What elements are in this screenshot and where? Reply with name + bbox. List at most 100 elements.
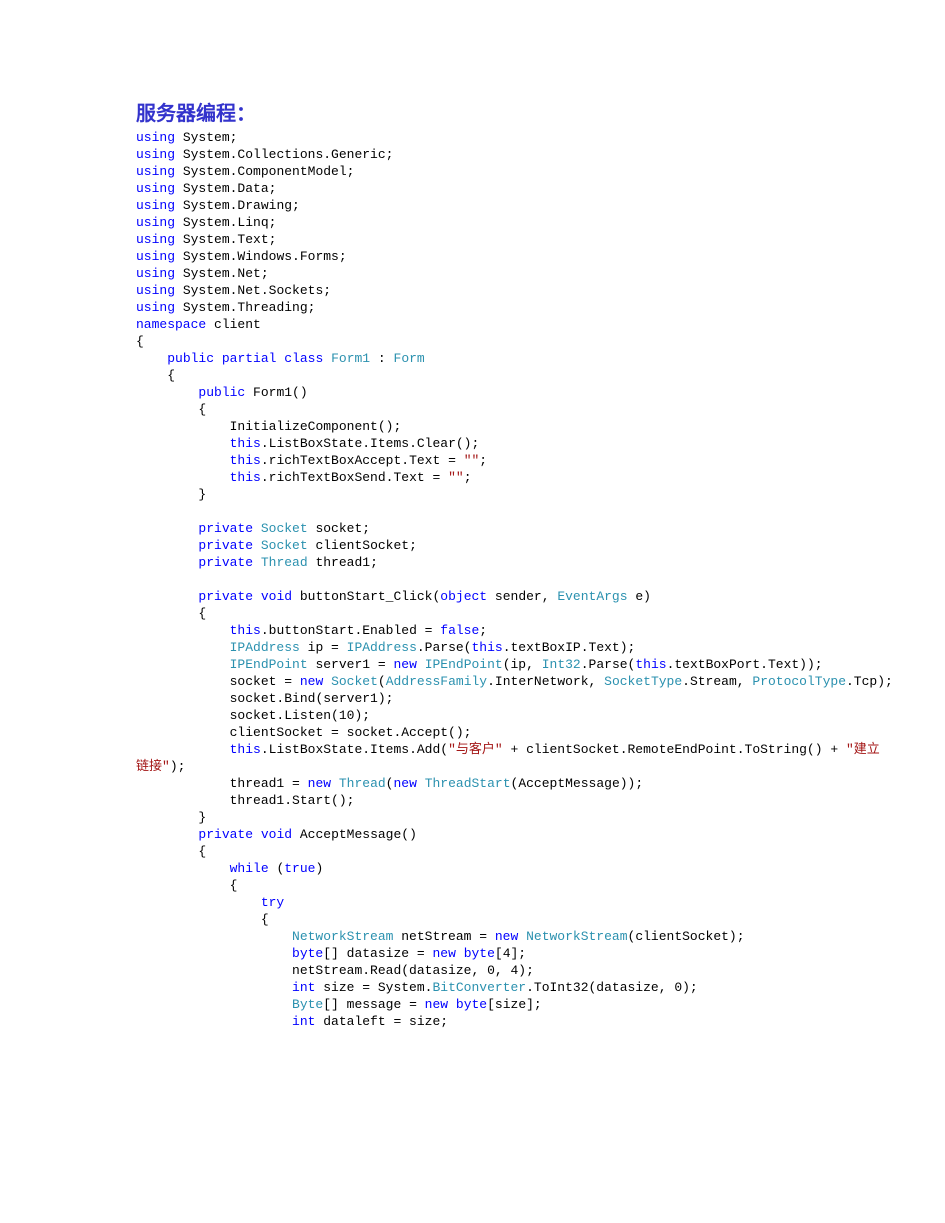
namespace: System: [183, 130, 230, 145]
field: thread1;: [308, 555, 378, 570]
keyword: class: [284, 351, 323, 366]
stmt: socket.Listen(10);: [230, 708, 370, 723]
punct: ;: [261, 266, 269, 281]
field: clientSocket;: [308, 538, 417, 553]
stmt: (ip,: [503, 657, 542, 672]
keyword: void: [261, 827, 292, 842]
keyword: while: [230, 861, 269, 876]
keyword: false: [440, 623, 479, 638]
stmt: + clientSocket.RemoteEndPoint.ToString()…: [503, 742, 846, 757]
type: Thread: [261, 555, 308, 570]
keyword: using: [136, 215, 175, 230]
sp: [417, 776, 425, 791]
stmt: size = System.: [315, 980, 432, 995]
type: Socket: [331, 674, 378, 689]
brace: {: [230, 878, 238, 893]
brace: }: [198, 810, 206, 825]
punct: ;: [292, 198, 300, 213]
sp: [448, 997, 456, 1012]
keyword: this: [230, 623, 261, 638]
type: IPAddress: [230, 640, 300, 655]
type: Socket: [261, 521, 308, 536]
brace: {: [198, 606, 206, 621]
param: sender,: [487, 589, 557, 604]
type: SocketType: [604, 674, 682, 689]
stmt: .InterNetwork,: [487, 674, 604, 689]
stmt: [4];: [495, 946, 526, 961]
keyword: private: [198, 538, 253, 553]
keyword: new: [495, 929, 518, 944]
keyword: object: [440, 589, 487, 604]
namespace: System.Drawing: [183, 198, 292, 213]
keyword: private: [198, 555, 253, 570]
stmt: thread1.Start();: [230, 793, 355, 808]
stmt: .textBoxIP.Text);: [503, 640, 636, 655]
stmt: ip =: [300, 640, 347, 655]
type: Int32: [542, 657, 581, 672]
type: Form1: [331, 351, 370, 366]
keyword: byte: [464, 946, 495, 961]
keyword: this: [230, 742, 261, 757]
keyword: new: [425, 997, 448, 1012]
sp: [417, 657, 425, 672]
keyword: using: [136, 249, 175, 264]
stmt: (clientSocket);: [628, 929, 745, 944]
punct: ;: [230, 130, 238, 145]
stmt: .Tcp);: [846, 674, 893, 689]
stmt: (: [378, 674, 386, 689]
code-block: using System; using System.Collections.G…: [136, 129, 885, 1030]
keyword: this: [635, 657, 666, 672]
stmt: .textBoxPort.Text));: [667, 657, 823, 672]
type: Thread: [339, 776, 386, 791]
string: 链接": [136, 759, 170, 774]
type: Socket: [261, 538, 308, 553]
namespace-name: client: [214, 317, 261, 332]
keyword: using: [136, 232, 175, 247]
namespace: System.ComponentModel: [183, 164, 347, 179]
stmt: [size];: [487, 997, 542, 1012]
ctor: Form1(): [253, 385, 308, 400]
stmt: .ToInt32(datasize, 0);: [526, 980, 698, 995]
keyword: using: [136, 164, 175, 179]
sp: [518, 929, 526, 944]
punct: ;: [386, 147, 394, 162]
punct: ;: [464, 470, 472, 485]
param: e): [628, 589, 651, 604]
type: Byte: [292, 997, 323, 1012]
keyword: private: [198, 521, 253, 536]
type: ThreadStart: [425, 776, 511, 791]
punct: ;: [269, 232, 277, 247]
brace: {: [167, 368, 175, 383]
type: BitConverter: [432, 980, 526, 995]
namespace: System.Collections.Generic: [183, 147, 386, 162]
stmt: (AcceptMessage));: [511, 776, 644, 791]
stmt: socket =: [230, 674, 300, 689]
punct: ;: [269, 215, 277, 230]
type: IPAddress: [347, 640, 417, 655]
stmt: .Parse(: [581, 657, 636, 672]
keyword: this: [230, 436, 261, 451]
keyword: private: [198, 827, 253, 842]
keyword: void: [261, 589, 292, 604]
stmt: .buttonStart.Enabled =: [261, 623, 440, 638]
punct: ;: [479, 623, 487, 638]
type: IPEndPoint: [425, 657, 503, 672]
punct: ;: [339, 249, 347, 264]
keyword: using: [136, 266, 175, 281]
section-heading: 服务器编程：: [136, 106, 885, 123]
keyword: partial: [222, 351, 277, 366]
field: socket;: [308, 521, 370, 536]
keyword: int: [292, 1014, 315, 1029]
keyword: public: [198, 385, 245, 400]
namespace: System.Windows.Forms: [183, 249, 339, 264]
string: "": [464, 453, 480, 468]
punct: ;: [269, 181, 277, 196]
type: NetworkStream: [292, 929, 393, 944]
string: "建立: [846, 742, 880, 757]
stmt: netStream.Read(datasize, 0, 4);: [292, 963, 534, 978]
string: "与客户": [448, 742, 503, 757]
type: ProtocolType: [752, 674, 846, 689]
punct: ;: [323, 283, 331, 298]
keyword: using: [136, 300, 175, 315]
keyword: this: [230, 470, 261, 485]
